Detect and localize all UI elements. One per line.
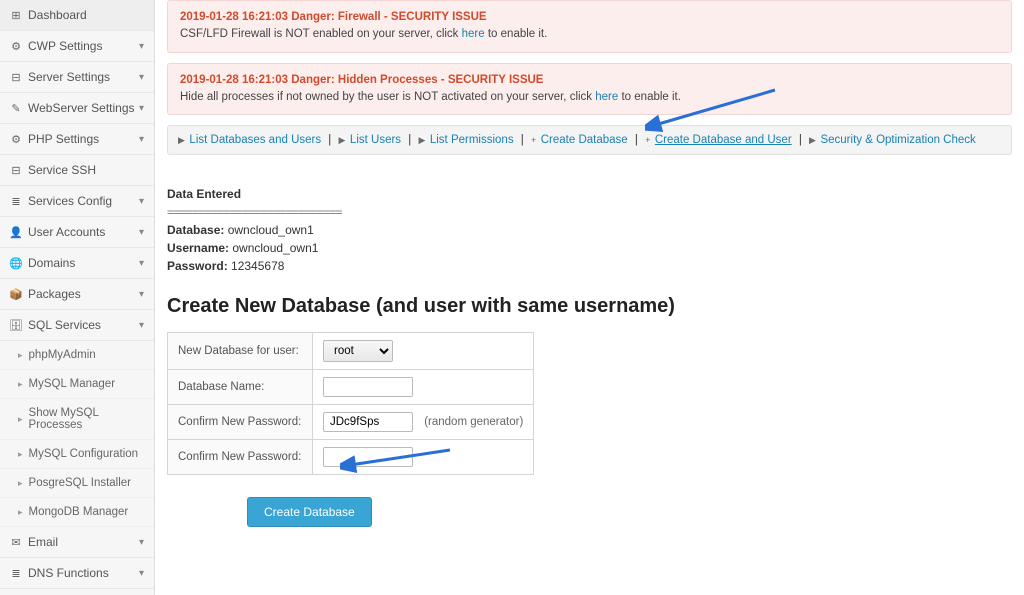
database-label: Database: [167,223,224,237]
alert-body: Hide all processes if not owned by the u… [180,89,999,106]
chevron-down-icon: ▾ [139,258,144,269]
chevron-down-icon: ▾ [139,289,144,300]
chevron-down-icon: ▾ [139,134,144,145]
nav-icon: ✎ [10,102,22,114]
sidebar-item-sql-services[interactable]: 🗄 SQL Services ▾ [0,310,154,341]
sidebar-item-cwp-settings[interactable]: ⚙ CWP Settings ▾ [0,31,154,62]
chevron-down-icon: ▾ [139,537,144,548]
sidebar-item-service-ssh[interactable]: ⊟ Service SSH [0,155,154,186]
nav-icon: ⊟ [10,164,22,176]
password-label: Password: [167,259,228,273]
sidebar-item-domains[interactable]: 🌐 Domains ▾ [0,248,154,279]
alert-link[interactable]: here [462,28,485,40]
chevron-down-icon: ▾ [139,568,144,579]
confirm-password-input[interactable] [323,447,413,467]
data-entered-heading: Data Entered [167,185,1012,203]
divider-line: ============================ [167,203,1012,221]
sidebar: ⊞ Dashboard ⚙ CWP Settings ▾ ⊟ Server Settings… [0,0,155,595]
form-label-dbname: Database Name: [168,370,313,405]
form-label-user: New Database for user: [168,333,313,370]
create-db-form: New Database for user: root Database Nam… [167,332,534,475]
password-value: 12345678 [231,259,284,273]
sidebar-item-label: WebServer Settings [28,101,135,115]
sidebar-item-user-accounts[interactable]: 👤 User Accounts ▾ [0,217,154,248]
sidebar-item-label: User Accounts [28,225,105,239]
sidebar-item-label: Dashboard [28,8,87,22]
sidebar-subitem-show-mysql-processes[interactable]: Show MySQL Processes [0,399,154,440]
alert-firewall: 2019-01-28 16:21:03 Danger: Firewall - S… [167,0,1012,53]
sidebar-item-label: Services Config [28,194,112,208]
sidebar-subitem-mongodb-manager[interactable]: MongoDB Manager [0,498,154,527]
nav-icon: ≣ [10,567,22,579]
data-entered-block: Data Entered ===========================… [167,185,1012,275]
database-name-input[interactable] [323,377,413,397]
breadcrumb-link[interactable]: List Databases and Users [189,134,321,146]
create-database-button[interactable]: Create Database [247,497,372,527]
password-input[interactable] [323,412,413,432]
form-label-password1: Confirm New Password: [168,405,313,440]
nav-icon: 🗄 [10,319,22,331]
sidebar-item-security[interactable]: 🛡Security▾ [0,589,154,595]
sidebar-item-php-settings[interactable]: ⚙ PHP Settings ▾ [0,124,154,155]
nav-icon: ≣ [10,195,22,207]
sidebar-item-label: Server Settings [28,70,110,84]
breadcrumb-link[interactable]: List Users [350,134,401,146]
sidebar-item-label: CWP Settings [28,39,102,53]
sidebar-item-email[interactable]: ✉ Email ▾ [0,527,154,558]
sidebar-item-webserver-settings[interactable]: ✎ WebServer Settings ▾ [0,93,154,124]
sidebar-item-label: Service SSH [28,163,96,177]
nav-icon: ✉ [10,536,22,548]
chevron-down-icon: ▾ [139,227,144,238]
username-value: owncloud_own1 [232,241,318,255]
database-value: owncloud_own1 [228,223,314,237]
sidebar-item-label: DNS Functions [28,566,109,580]
alert-title: 2019-01-28 16:21:03 Danger: Firewall - S… [180,9,999,26]
alert-title: 2019-01-28 16:21:03 Danger: Hidden Proce… [180,72,999,89]
nav-icon: 📦 [10,288,22,300]
breadcrumb-link[interactable]: Create Database [541,134,628,146]
nav-icon: 👤 [10,226,22,238]
sidebar-item-dashboard[interactable]: ⊞ Dashboard [0,0,154,31]
chevron-down-icon: ▾ [139,103,144,114]
sidebar-item-label: Email [28,535,58,549]
sidebar-item-label: PHP Settings [28,132,99,146]
form-label-password2: Confirm New Password: [168,440,313,475]
sidebar-subitem-mysql-configuration[interactable]: MySQL Configuration [0,440,154,469]
sidebar-item-dns-functions[interactable]: ≣ DNS Functions ▾ [0,558,154,589]
chevron-down-icon: ▾ [139,41,144,52]
sidebar-item-packages[interactable]: 📦 Packages ▾ [0,279,154,310]
breadcrumb: ▶ List Databases and Users | ▶ List User… [167,125,1012,155]
nav-icon: ⊞ [10,9,22,21]
sidebar-subitem-posgresql-installer[interactable]: PosgreSQL Installer [0,469,154,498]
chevron-down-icon: ▾ [139,72,144,83]
alert-link[interactable]: here [595,91,618,103]
username-label: Username: [167,241,229,255]
section-title: Create New Database (and user with same … [167,295,1012,318]
breadcrumb-link[interactable]: List Permissions [430,134,514,146]
sidebar-subitem-mysql-manager[interactable]: MySQL Manager [0,370,154,399]
breadcrumb-link[interactable]: Security & Optimization Check [820,134,975,146]
nav-icon: ⚙ [10,40,22,52]
chevron-down-icon: ▾ [139,320,144,331]
sidebar-item-services-config[interactable]: ≣ Services Config ▾ [0,186,154,217]
sidebar-item-label: SQL Services [28,318,101,332]
nav-icon: ⊟ [10,71,22,83]
nav-icon: ⚙ [10,133,22,145]
random-generator-hint[interactable]: (random generator) [424,416,523,428]
alert-hidden-processes: 2019-01-28 16:21:03 Danger: Hidden Proce… [167,63,1012,116]
sidebar-item-label: Packages [28,287,81,301]
alert-body: CSF/LFD Firewall is NOT enabled on your … [180,26,999,43]
chevron-down-icon: ▾ [139,196,144,207]
sidebar-item-label: Domains [28,256,75,270]
sidebar-item-server-settings[interactable]: ⊟ Server Settings ▾ [0,62,154,93]
nav-icon: 🌐 [10,257,22,269]
user-select[interactable]: root [323,340,393,362]
sidebar-subitem-phpmyadmin[interactable]: phpMyAdmin [0,341,154,370]
main-content: 2019-01-28 16:21:03 Danger: Firewall - S… [155,0,1024,595]
breadcrumb-link[interactable]: Create Database and User [655,134,792,146]
